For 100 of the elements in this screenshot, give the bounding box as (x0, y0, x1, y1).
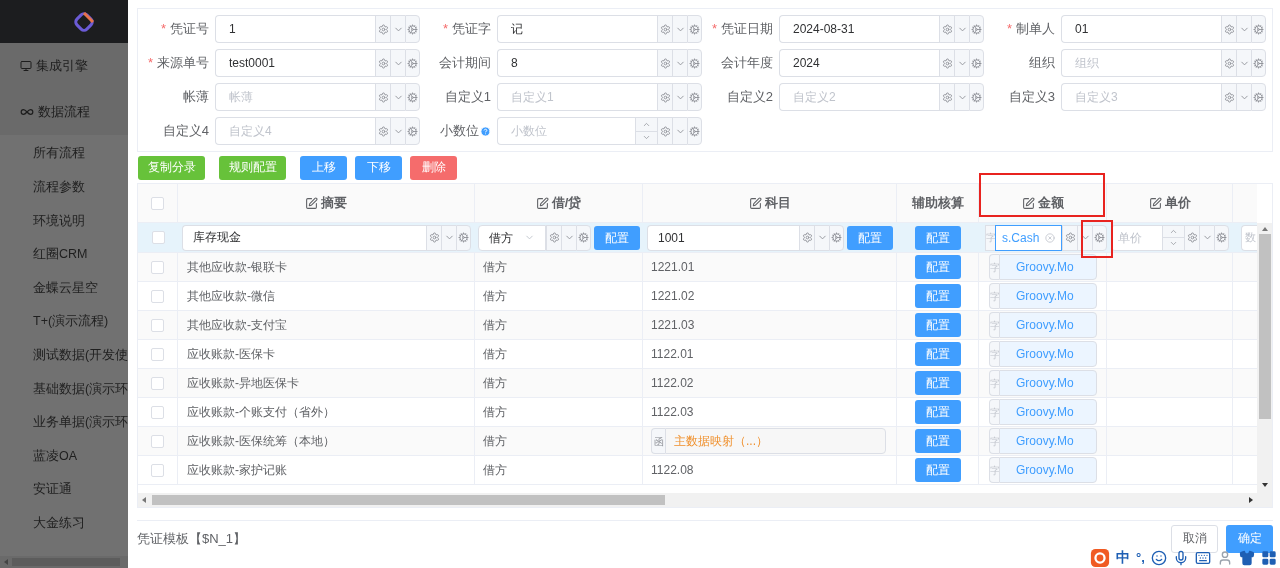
amount-field[interactable]: Groovy.Mo (999, 341, 1097, 367)
scroll-down-icon[interactable] (1261, 483, 1268, 487)
keyboard-icon[interactable] (1194, 549, 1211, 566)
shirt-icon[interactable] (1238, 549, 1255, 566)
sidebar-item[interactable]: T+(演示流程) (33, 312, 109, 332)
sidebar-item[interactable]: 金蝶云星空 (33, 278, 98, 298)
settings-button[interactable] (426, 224, 441, 251)
scroll-right-icon[interactable] (1249, 497, 1253, 503)
gear-button[interactable] (1251, 15, 1266, 43)
gear-button[interactable] (405, 15, 420, 43)
toolbar-button[interactable]: 下移 (355, 156, 402, 180)
toolbar-button[interactable]: 规则配置 (219, 156, 286, 180)
settings-button[interactable] (1221, 49, 1236, 77)
row-checkbox[interactable] (151, 405, 164, 419)
amount-field[interactable]: s.Cash (995, 224, 1063, 251)
sidebar-item[interactable]: 测试数据(开发使 (33, 346, 129, 365)
gear-button[interactable] (405, 49, 420, 77)
column-header[interactable]: 金额 (1037, 193, 1064, 213)
settings-button[interactable] (375, 83, 390, 111)
sidebar-section[interactable]: 数据流程 (38, 102, 90, 122)
price-field[interactable]: 单价 (1111, 224, 1162, 251)
text-field[interactable]: 帐薄 (215, 83, 375, 111)
gear-button[interactable] (405, 117, 420, 145)
settings-button[interactable] (1221, 83, 1236, 111)
settings-button[interactable] (375, 117, 390, 145)
settings-button[interactable] (657, 117, 672, 145)
dialog-button[interactable]: 取消 (1171, 525, 1218, 553)
clear-icon[interactable] (1045, 232, 1056, 243)
config-button[interactable]: 配置 (914, 255, 961, 279)
column-header[interactable]: 科目 (764, 193, 791, 213)
grid-icon[interactable] (1260, 549, 1277, 566)
settings-button[interactable] (939, 15, 954, 43)
sidebar-item[interactable]: 红圈CRM (33, 245, 88, 264)
sidebar-item[interactable]: 大金练习 (33, 513, 85, 533)
config-button[interactable]: 配置 (915, 225, 961, 250)
smile-icon[interactable] (1150, 549, 1167, 566)
gear-button[interactable] (687, 83, 702, 111)
summary-field[interactable]: 库存现金 (182, 224, 426, 251)
settings-button[interactable] (657, 83, 672, 111)
row-checkbox[interactable] (151, 434, 164, 448)
mapping-field[interactable]: 主数据映射（...） (665, 428, 886, 454)
gear-button[interactable] (687, 49, 702, 77)
column-header[interactable]: 借/贷 (551, 193, 582, 213)
number-spinner[interactable] (635, 117, 657, 145)
config-button[interactable]: 配置 (914, 313, 961, 337)
row-checkbox[interactable] (151, 289, 164, 303)
ime-punctuation[interactable]: °, (1136, 547, 1145, 568)
horizontal-scrollbar[interactable] (138, 493, 1257, 507)
row-checkbox[interactable] (151, 463, 164, 477)
sidebar-section[interactable]: 集成引擎 (36, 56, 88, 76)
settings-button[interactable] (375, 15, 390, 43)
gear-button[interactable] (687, 117, 702, 145)
text-field[interactable]: 记 (497, 15, 657, 43)
scrollbar[interactable] (0, 556, 128, 568)
column-header[interactable]: 单价 (1164, 193, 1191, 213)
settings-button[interactable] (657, 15, 672, 43)
text-field[interactable]: test0001 (215, 49, 375, 77)
gear-button[interactable] (969, 49, 984, 77)
row-checkbox[interactable] (151, 196, 164, 210)
gear-button[interactable] (969, 83, 984, 111)
settings-button[interactable] (1062, 224, 1078, 251)
column-header[interactable]: 辅助核算 (911, 193, 964, 213)
vertical-scrollbar[interactable] (1257, 223, 1272, 507)
row-checkbox[interactable] (151, 318, 164, 332)
config-button[interactable]: 配置 (594, 225, 640, 250)
text-field[interactable]: 1 (215, 15, 375, 43)
amount-field[interactable]: Groovy.Mo (999, 370, 1097, 396)
text-field[interactable]: 自定义4 (215, 117, 375, 145)
gear-button[interactable] (405, 83, 420, 111)
amount-field[interactable]: Groovy.Mo (999, 312, 1097, 338)
settings-button[interactable] (939, 83, 954, 111)
row-checkbox[interactable] (151, 231, 165, 244)
config-button[interactable]: 配置 (914, 429, 961, 453)
sidebar-item[interactable]: 蓝凌OA (33, 446, 78, 466)
toolbar-button[interactable]: 删除 (410, 156, 457, 180)
text-field[interactable]: 8 (497, 49, 657, 77)
config-button[interactable]: 配置 (914, 400, 961, 424)
settings-button[interactable] (546, 224, 561, 251)
column-header[interactable]: 摘要 (321, 193, 347, 213)
settings-button[interactable] (939, 49, 954, 77)
settings-button[interactable] (375, 49, 390, 77)
gear-button[interactable] (829, 224, 844, 251)
config-button[interactable]: 配置 (914, 371, 961, 395)
gear-button[interactable] (1092, 224, 1107, 251)
config-button[interactable]: 配置 (914, 284, 961, 308)
text-field[interactable]: 小数位 (497, 117, 635, 145)
gear-button[interactable] (1214, 224, 1229, 251)
config-button[interactable]: 配置 (847, 225, 893, 250)
gear-button[interactable] (687, 15, 702, 43)
text-field[interactable]: 2024 (779, 49, 939, 77)
gear-button[interactable] (456, 224, 471, 251)
subject-field[interactable]: 1001 (647, 224, 799, 251)
amount-field[interactable]: Groovy.Mo (999, 254, 1097, 280)
gear-button[interactable] (1251, 83, 1266, 111)
settings-button[interactable] (1221, 15, 1236, 43)
sidebar-item[interactable]: 基础数据(演示环 (33, 379, 129, 399)
row-checkbox[interactable] (151, 376, 164, 390)
amount-field[interactable]: Groovy.Mo (999, 283, 1097, 309)
direction-select[interactable]: 借方 (478, 224, 546, 251)
toolbar-button[interactable]: 上移 (300, 156, 347, 180)
